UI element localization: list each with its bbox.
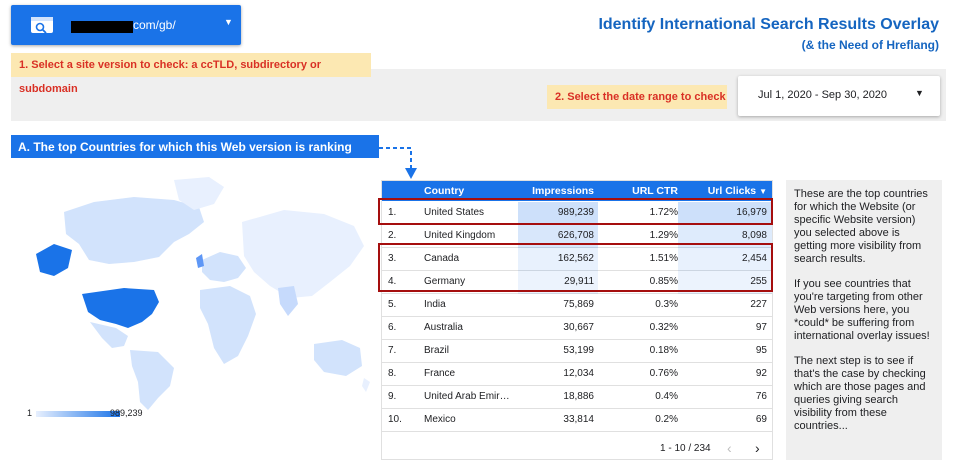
row-country: India bbox=[424, 299, 446, 310]
explanation-panel: These are the top countries for which th… bbox=[786, 180, 942, 460]
row-impressions: 18,886 bbox=[563, 391, 594, 402]
highlight-box-overlap bbox=[378, 243, 773, 292]
row-url-clicks: 69 bbox=[755, 414, 767, 425]
row-url-ctr: 0.2% bbox=[655, 414, 678, 425]
world-map[interactable] bbox=[24, 172, 374, 412]
row-url-clicks: 8,098 bbox=[741, 230, 767, 241]
row-impressions: 33,814 bbox=[563, 414, 594, 425]
row-rank: 8. bbox=[388, 368, 397, 379]
legend-gradient bbox=[36, 411, 120, 417]
map-canada[interactable] bbox=[64, 197, 204, 264]
section-a-header: A. The top Countries for which this Web … bbox=[11, 135, 379, 158]
site-version-value: com/gb/ bbox=[133, 18, 176, 32]
column-header-url-clicks-label: Url Clicks bbox=[707, 185, 757, 197]
row-url-ctr: 0.76% bbox=[649, 368, 678, 379]
row-url-ctr: 0.32% bbox=[649, 322, 678, 333]
map-united-states[interactable] bbox=[82, 288, 159, 328]
map-united-kingdom[interactable] bbox=[196, 254, 204, 268]
caret-down-icon: ▼ bbox=[224, 17, 233, 27]
explanation-paragraph: If you see countries that you're targeti… bbox=[794, 278, 930, 342]
row-url-clicks: 227 bbox=[750, 299, 767, 310]
page-title: Identify International Search Results Ov… bbox=[598, 16, 939, 33]
date-range-selector[interactable]: Jul 1, 2020 - Sep 30, 2020 ▼ bbox=[738, 76, 940, 116]
map-south-america[interactable] bbox=[130, 350, 174, 410]
redacted-domain bbox=[71, 21, 133, 33]
row-url-ctr: 0.4% bbox=[655, 391, 678, 402]
map-asia[interactable] bbox=[242, 210, 364, 298]
row-country: United Arab Emirat... bbox=[424, 391, 514, 402]
highlight-box-primary bbox=[378, 198, 773, 225]
column-header-country[interactable]: Country bbox=[424, 185, 464, 197]
row-url-ctr: 0.3% bbox=[655, 299, 678, 310]
pagination-label: 1 - 10 / 234 bbox=[660, 443, 711, 454]
table-row[interactable]: 8. France 12,034 0.76% 92 bbox=[382, 363, 772, 386]
step1-note: 1. Select a site version to check: a ccT… bbox=[11, 53, 371, 95]
chevron-left-icon[interactable]: ‹ bbox=[727, 440, 732, 456]
row-url-ctr: 0.18% bbox=[649, 345, 678, 356]
column-header-impressions[interactable]: Impressions bbox=[514, 185, 594, 197]
report-title: Identify International Search Results Ov… bbox=[598, 15, 939, 53]
explanation-paragraph: The next step is to see if that's the ca… bbox=[794, 355, 926, 432]
row-impressions: 626,708 bbox=[557, 230, 594, 241]
map-legend: 1 989,239 bbox=[24, 408, 174, 422]
chevron-right-icon[interactable]: › bbox=[755, 440, 760, 456]
map-alaska[interactable] bbox=[36, 244, 72, 276]
map-australia[interactable] bbox=[314, 340, 362, 376]
legend-max: 989,239 bbox=[110, 408, 143, 418]
step2-note: 2. Select the date range to check bbox=[547, 85, 727, 109]
row-url-clicks: 76 bbox=[755, 391, 767, 402]
row-url-clicks: 97 bbox=[755, 322, 767, 333]
row-country: France bbox=[424, 368, 456, 379]
map-new-zealand[interactable] bbox=[362, 378, 370, 392]
table-row[interactable]: 9. United Arab Emirat... 18,886 0.4% 76 bbox=[382, 386, 772, 409]
row-impressions: 53,199 bbox=[563, 345, 594, 356]
row-rank: 7. bbox=[388, 345, 397, 356]
row-rank: 5. bbox=[388, 299, 397, 310]
row-rank: 2. bbox=[388, 230, 397, 241]
table-row[interactable]: 5. India 75,869 0.3% 227 bbox=[382, 294, 772, 317]
map-africa[interactable] bbox=[200, 286, 256, 364]
row-url-clicks: 92 bbox=[755, 368, 767, 379]
map-india[interactable] bbox=[278, 286, 298, 316]
table-row[interactable]: 6. Australia 30,667 0.32% 97 bbox=[382, 317, 772, 340]
dashed-arrow-connector bbox=[379, 147, 417, 179]
row-impressions: 12,034 bbox=[563, 368, 594, 379]
row-impressions: 30,667 bbox=[563, 322, 594, 333]
row-url-ctr: 1.29% bbox=[649, 230, 678, 241]
table-row[interactable]: 10. Mexico 33,814 0.2% 69 bbox=[382, 409, 772, 432]
column-header-url-clicks[interactable]: Url Clicks ▼ bbox=[682, 185, 767, 197]
row-rank: 9. bbox=[388, 391, 397, 402]
site-version-selector[interactable]: com/gb/ ▼ bbox=[11, 5, 241, 45]
table-row[interactable]: 7. Brazil 53,199 0.18% 95 bbox=[382, 340, 772, 363]
search-console-icon bbox=[31, 17, 53, 34]
date-range-value: Jul 1, 2020 - Sep 30, 2020 bbox=[758, 89, 888, 101]
row-rank: 6. bbox=[388, 322, 397, 333]
row-country: United Kingdom bbox=[424, 230, 496, 241]
row-url-clicks: 95 bbox=[755, 345, 767, 356]
row-country: Mexico bbox=[424, 414, 456, 425]
row-impressions: 75,869 bbox=[563, 299, 594, 310]
caret-down-icon: ▼ bbox=[915, 88, 924, 98]
page-subtitle: (& the Need of Hreflang) bbox=[801, 38, 939, 52]
sort-desc-icon: ▼ bbox=[759, 187, 767, 196]
explanation-paragraph: These are the top countries for which th… bbox=[794, 188, 928, 265]
row-country: Australia bbox=[424, 322, 463, 333]
row-rank: 10. bbox=[388, 414, 402, 425]
column-header-url-ctr[interactable]: URL CTR bbox=[598, 185, 678, 197]
legend-min: 1 bbox=[27, 408, 33, 418]
row-country: Brazil bbox=[424, 345, 450, 356]
map-europe[interactable] bbox=[202, 252, 246, 282]
